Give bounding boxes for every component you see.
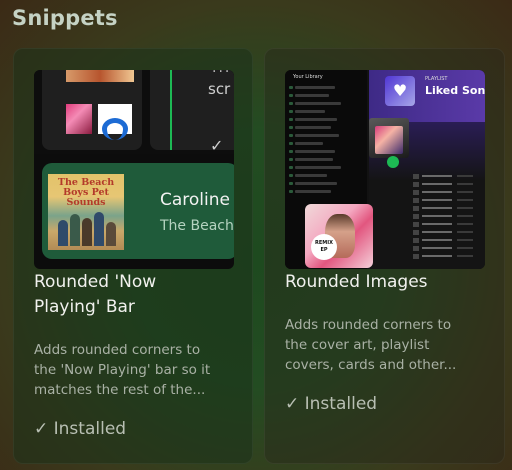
snippet-card-rounded-now-playing[interactable]: ··· scr ✓ The Beach Boys Pet Sounds Caro… — [13, 48, 253, 464]
card-description: Adds rounded corners to the 'Now Playing… — [34, 342, 211, 398]
preview-album-cover: The Beach Boys Pet Sounds — [48, 174, 124, 250]
preview-cover-text: The Beach Boys Pet Sounds — [57, 177, 115, 208]
preview-album-grid — [42, 70, 142, 150]
snippet-preview-image: ··· scr ✓ The Beach Boys Pet Sounds Caro… — [34, 70, 234, 269]
card-title: Rounded Images — [285, 272, 428, 292]
preview-cover-art — [375, 126, 403, 154]
section-title: Snippets — [12, 6, 118, 30]
snippet-preview-image: Your Library ♥ PLAYLIST Liked Songs — [285, 70, 485, 269]
preview-artist-name: The Beach — [160, 218, 234, 234]
heart-icon: ♥ — [385, 76, 415, 106]
card-description: Adds rounded corners to the cover art, p… — [285, 317, 457, 373]
preview-scr-text: scr — [208, 80, 231, 98]
play-icon — [387, 156, 399, 168]
preview-remix-cover: REMIX EP — [305, 204, 373, 268]
installed-status[interactable]: ✓ Installed — [34, 419, 126, 439]
preview-playlist-title: Liked Songs — [425, 84, 485, 97]
snippet-card-rounded-images[interactable]: Your Library ♥ PLAYLIST Liked Songs — [264, 48, 505, 464]
card-title: Rounded 'Now Playing' Bar — [34, 272, 157, 317]
preview-check-icon: ✓ — [210, 136, 224, 155]
preview-song-title: Caroline — [160, 190, 230, 210]
installed-status[interactable]: ✓ Installed — [285, 394, 377, 414]
